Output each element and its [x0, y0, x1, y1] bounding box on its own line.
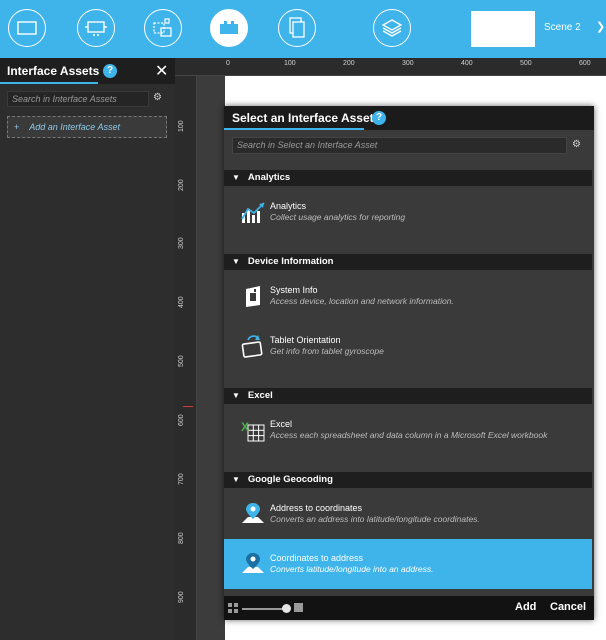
list-item-system-info[interactable]: System Info Access device, location and …	[224, 271, 592, 321]
system-info-icon	[246, 286, 260, 307]
section-header-excel[interactable]: ▼ Excel	[224, 388, 592, 404]
section-label: Analytics	[247, 172, 291, 183]
device-button[interactable]	[77, 9, 115, 47]
ruler-tick: 300	[402, 60, 414, 67]
ruler-position-marker	[183, 406, 193, 407]
section-header-device-information[interactable]: ▼ Device Information	[224, 254, 592, 270]
ruler-tick: 900	[178, 591, 185, 603]
horizontal-ruler: 0 100 200 300 400 500 600	[175, 58, 606, 76]
section-header-analytics[interactable]: ▼ Analytics	[224, 170, 592, 186]
chevron-down-icon[interactable]: ❯	[596, 20, 606, 33]
interface-assets-icon	[220, 21, 238, 34]
excel-icon: X	[241, 420, 265, 442]
ruler-tick: 600	[579, 60, 591, 67]
analytics-chart-icon	[241, 202, 265, 223]
item-description: Converts latitude/longitude into an addr…	[270, 564, 434, 574]
ruler-tick: 100	[284, 60, 296, 67]
cancel-button[interactable]: Cancel	[550, 601, 586, 613]
section-header-google-geocoding[interactable]: ▼ Google Geocoding	[224, 472, 592, 488]
add-interface-asset-label: Add an Interface Asset	[29, 122, 120, 132]
map-pin-icon	[242, 553, 264, 573]
section-label: Excel	[247, 390, 273, 401]
item-name: Excel	[270, 419, 293, 429]
asset-list: ▼ Analytics Analytics Collect usage analy…	[224, 170, 592, 596]
ruler-tick: 300	[178, 237, 185, 249]
pages-button[interactable]	[278, 9, 316, 47]
scene-label[interactable]: Scene 2	[544, 22, 581, 33]
filter-gear-icon[interactable]: ⚙	[572, 139, 581, 150]
list-item-coordinates-to-address[interactable]: Coordinates to address Converts latitude…	[224, 539, 592, 589]
ruler-tick: 500	[178, 355, 185, 367]
close-icon[interactable]: ✕	[155, 61, 168, 81]
layers-button[interactable]	[373, 9, 411, 47]
ruler-tick: 700	[178, 473, 185, 485]
svg-text:X: X	[241, 420, 249, 434]
screen-icon	[17, 21, 37, 35]
ruler-tick: 200	[343, 60, 355, 67]
screen-button[interactable]	[8, 9, 46, 47]
search-input[interactable]: Search in Select an Interface Asset	[232, 137, 567, 154]
help-icon[interactable]: ?	[103, 64, 117, 78]
components-icon	[153, 18, 172, 37]
ruler-tick: 100	[178, 120, 185, 132]
item-description: Access each spreadsheet and data column …	[270, 430, 548, 440]
dialog-footer: Add Cancel	[224, 596, 594, 620]
item-description: Access device, location and network info…	[270, 296, 454, 306]
section-label: Google Geocoding	[247, 474, 333, 485]
list-item-address-to-coordinates[interactable]: Address to coordinates Converts an addre…	[224, 489, 592, 539]
plus-icon: +	[14, 122, 20, 132]
dialog-title: Select an Interface Asset	[232, 111, 374, 125]
ruler-tick: 0	[226, 60, 230, 67]
select-interface-asset-dialog: Select an Interface Asset ? Search in Se…	[224, 106, 594, 620]
filter-gear-icon[interactable]: ⚙	[153, 92, 162, 103]
interface-assets-panel: Interface Assets ? ✕ Search in Interface…	[0, 58, 175, 640]
tablet-orientation-icon	[241, 335, 263, 358]
chevron-down-icon: ▼	[232, 391, 240, 400]
ruler-tick: 400	[461, 60, 473, 67]
large-view-icon[interactable]	[294, 603, 303, 612]
panel-header: Interface Assets ? ✕	[0, 58, 175, 84]
ruler-tick: 400	[178, 296, 185, 308]
item-name: System Info	[270, 285, 318, 295]
chevron-down-icon: ▼	[232, 173, 240, 182]
item-description: Get info from tablet gyroscope	[270, 346, 384, 356]
map-pin-icon	[242, 503, 264, 523]
list-item-excel[interactable]: X Excel Access each spreadsheet and data…	[224, 405, 592, 455]
stage-margin	[197, 76, 225, 640]
ruler-tick: 200	[178, 179, 185, 191]
list-item-analytics[interactable]: Analytics Collect usage analytics for re…	[224, 187, 592, 237]
item-description: Collect usage analytics for reporting	[270, 212, 406, 222]
item-name: Analytics	[270, 201, 307, 211]
pages-icon	[289, 17, 305, 38]
ruler-tick: 600	[178, 414, 185, 426]
layers-icon	[381, 19, 403, 37]
help-icon[interactable]: ?	[372, 111, 386, 125]
top-toolbar: Scene 2 ❯	[0, 0, 606, 58]
ruler-tick: 800	[178, 532, 185, 544]
list-item-tablet-orientation[interactable]: Tablet Orientation Get info from tablet …	[224, 321, 592, 371]
scene-thumbnail[interactable]	[471, 11, 535, 47]
components-button[interactable]	[144, 9, 182, 47]
item-description: Converts an address into latitude/longit…	[270, 514, 480, 524]
device-icon	[85, 21, 107, 36]
dialog-title-underline	[224, 128, 364, 130]
item-name: Coordinates to address	[270, 553, 364, 563]
panel-title-underline	[0, 82, 98, 84]
search-input[interactable]: Search in Interface Assets	[7, 91, 149, 107]
dialog-header: Select an Interface Asset ?	[224, 106, 594, 130]
add-button[interactable]: Add	[515, 601, 536, 613]
grid-view-icon[interactable]	[228, 603, 238, 613]
chevron-down-icon: ▼	[232, 475, 240, 484]
chevron-down-icon: ▼	[232, 257, 240, 266]
ruler-tick: 500	[520, 60, 532, 67]
interface-assets-button[interactable]	[210, 9, 248, 47]
panel-title: Interface Assets	[7, 64, 100, 78]
section-label: Device Information	[247, 256, 334, 267]
add-interface-asset-button[interactable]: + Add an Interface Asset	[7, 116, 167, 138]
vertical-ruler: 100 200 300 400 500 600 700 800 900	[175, 76, 197, 640]
item-name: Address to coordinates	[270, 503, 363, 513]
item-name: Tablet Orientation	[270, 335, 341, 345]
zoom-slider-handle[interactable]	[282, 604, 291, 613]
